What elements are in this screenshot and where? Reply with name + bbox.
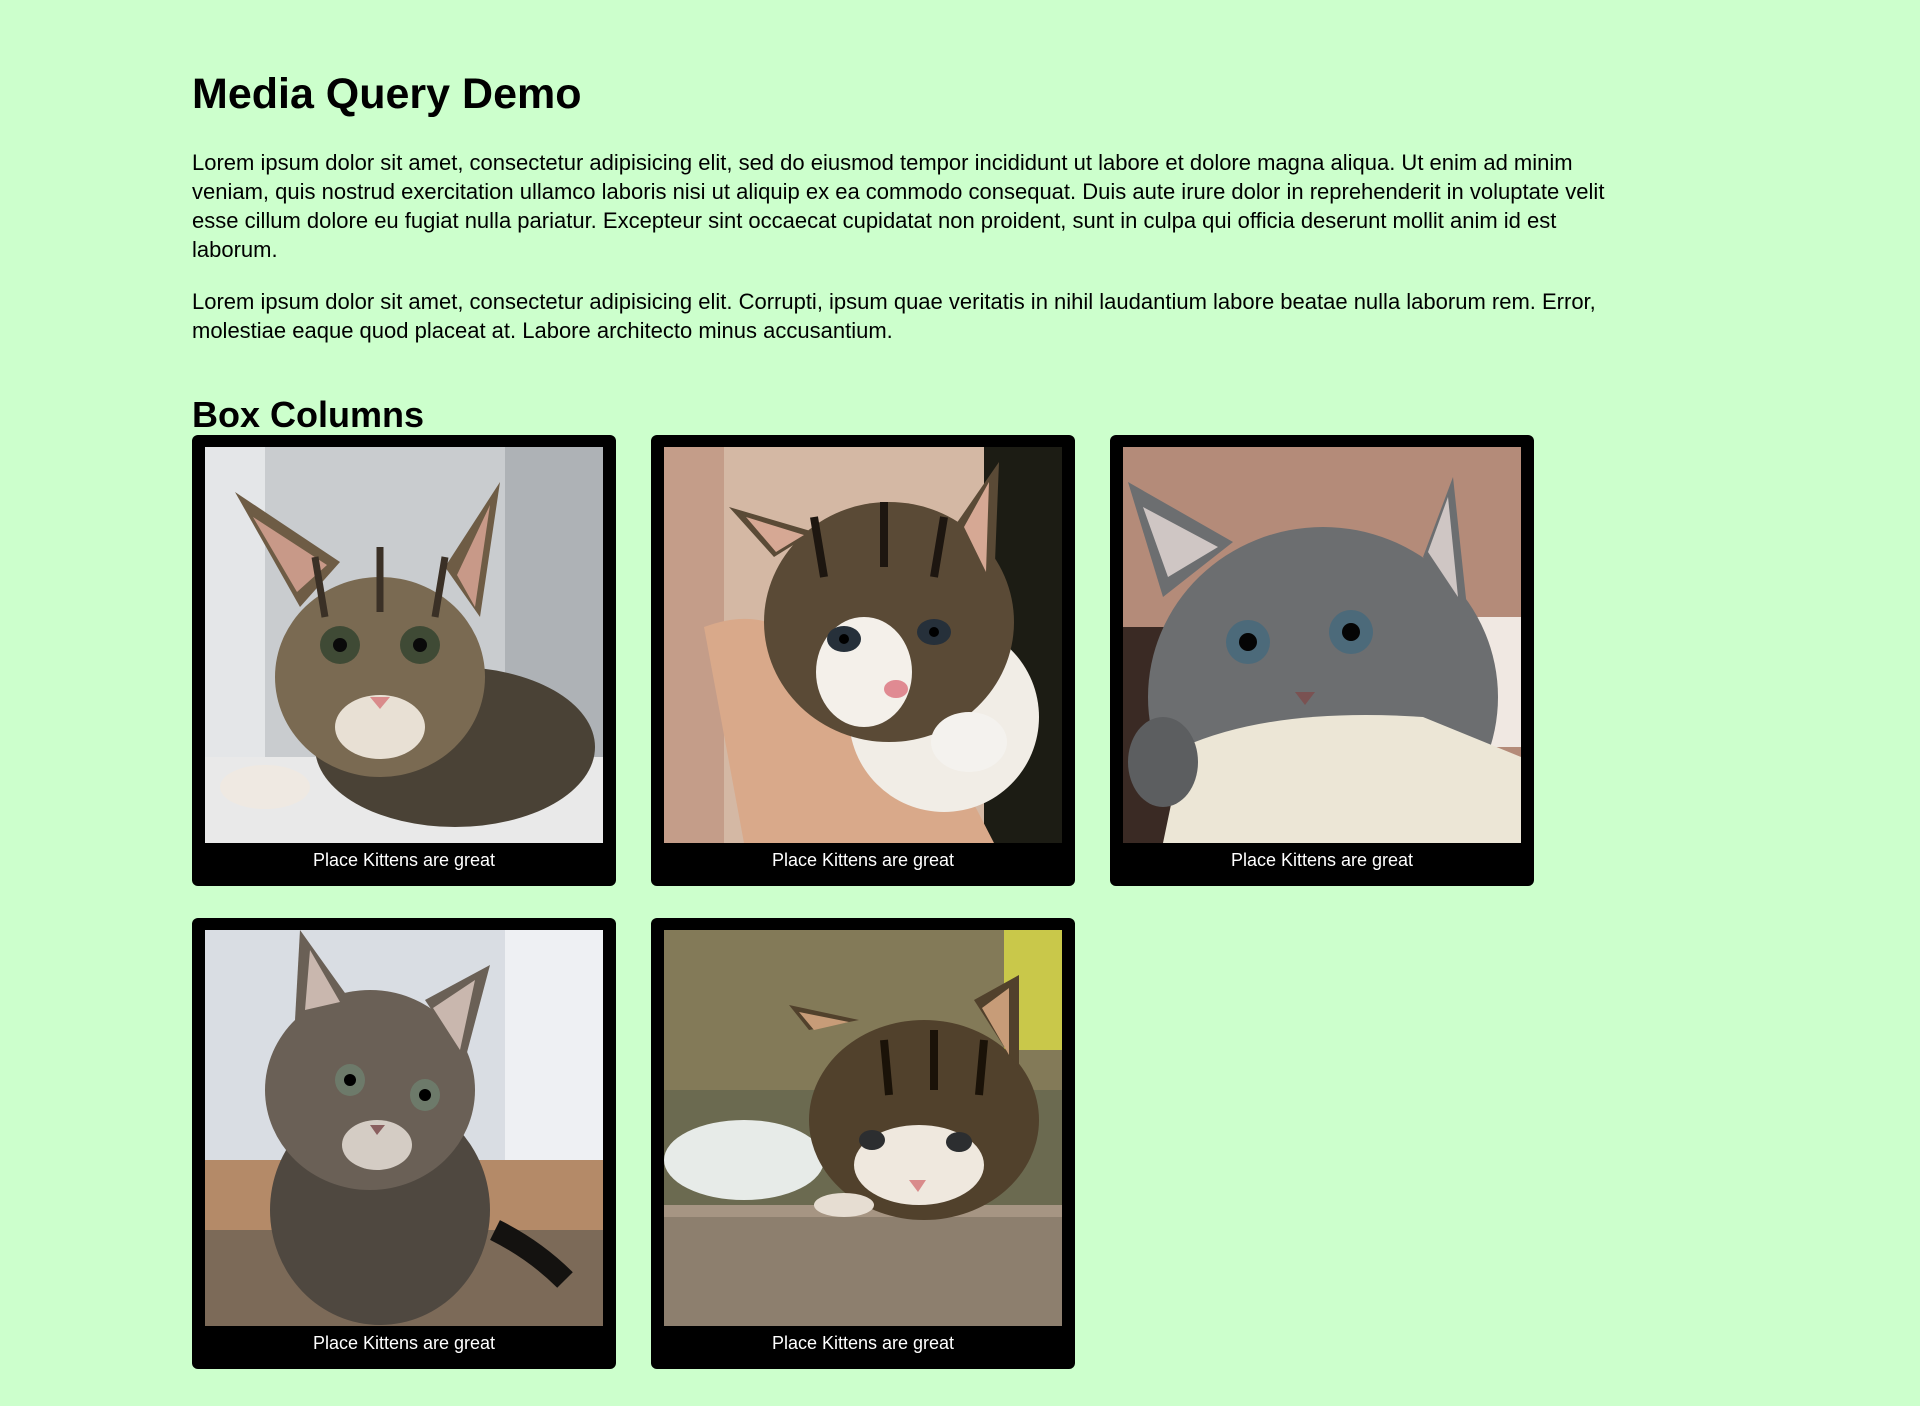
kitten-photo	[664, 447, 1062, 843]
intro-paragraph-2: Lorem ipsum dolor sit amet, consectetur …	[192, 289, 1596, 343]
card-caption: Place Kittens are great	[312, 850, 496, 870]
kitten-photo	[1123, 447, 1521, 843]
kitten-photo	[205, 930, 603, 1326]
kitten-card: Place Kittens are great	[192, 435, 616, 886]
section-title: Box Columns	[192, 394, 425, 435]
intro-paragraph-1: Lorem ipsum dolor sit amet, consectetur …	[192, 150, 1605, 262]
kitten-card: Place Kittens are great	[651, 918, 1075, 1369]
kitten-card: Place Kittens are great	[192, 918, 616, 1369]
card-caption: Place Kittens are great	[312, 1333, 496, 1353]
card-caption: Place Kittens are great	[1230, 850, 1414, 870]
page-content: Media Query Demo Lorem ipsum dolor sit a…	[192, 0, 1612, 1375]
kitten-card: Place Kittens are great	[651, 435, 1075, 886]
kitten-photo	[664, 930, 1062, 1326]
kitten-card: Place Kittens are great	[1110, 435, 1534, 886]
page-title: Media Query Demo	[192, 70, 582, 118]
kitten-photo	[205, 447, 603, 843]
box-columns-grid: Place Kittens are great Place Kittens ar…	[192, 435, 1612, 1375]
card-caption: Place Kittens are great	[771, 850, 955, 870]
card-caption: Place Kittens are great	[771, 1333, 955, 1353]
